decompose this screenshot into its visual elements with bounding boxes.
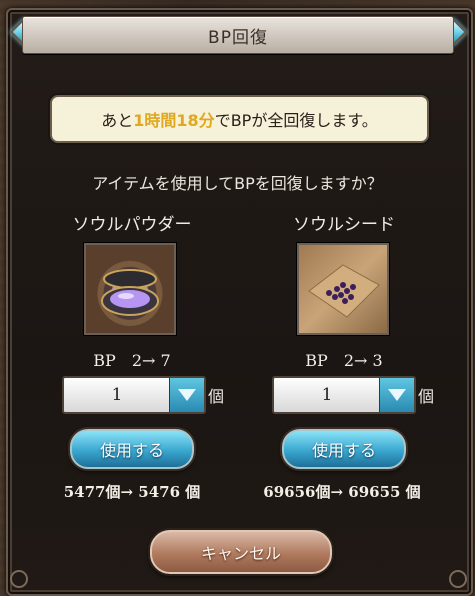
soul-powder-icon (84, 243, 176, 335)
quantity-select[interactable]: 1 (62, 376, 206, 414)
use-item-button[interactable]: 使用する (70, 429, 194, 469)
chevron-down-icon[interactable] (379, 378, 414, 412)
bp-change-text: BP 2→ 3 (305, 351, 383, 370)
soul-powder-graphic (101, 269, 159, 316)
quantity-value: 1 (111, 385, 123, 405)
soul-seed-graphic (308, 264, 380, 318)
item-name: ソウルシード (293, 215, 395, 235)
item-name: ソウルパウダー (72, 215, 192, 235)
recovery-notice: あと 1時間18分 でBPが全回復します。 (50, 95, 429, 143)
soul-seed-icon (297, 243, 389, 335)
notice-prefix: あと (101, 111, 134, 130)
quantity-unit: 個 (208, 387, 225, 406)
corner-ornament-icon (449, 570, 467, 588)
notice-suffix: でBPが全回復します。 (214, 111, 378, 130)
notice-time: 1時間18分 (133, 111, 215, 130)
dialog-title: BP回復 (208, 27, 268, 48)
quantity-value: 1 (321, 385, 333, 405)
bp-change-text: BP 2→ 7 (93, 351, 171, 370)
chevron-down-icon[interactable] (169, 378, 204, 412)
question-text: アイテムを使用してBPを回復しますか？ (92, 174, 383, 193)
cancel-button[interactable]: キャンセル (150, 530, 332, 574)
dialog-title-bar: BP回復 (22, 16, 454, 54)
use-item-button[interactable]: 使用する (282, 429, 406, 469)
item-count-change: 5477個→ 5476 個 (63, 483, 201, 501)
quantity-select[interactable]: 1 (272, 376, 416, 414)
item-count-change: 69656個→ 69655 個 (263, 483, 421, 501)
quantity-unit: 個 (418, 387, 435, 406)
corner-ornament-icon (10, 570, 28, 588)
